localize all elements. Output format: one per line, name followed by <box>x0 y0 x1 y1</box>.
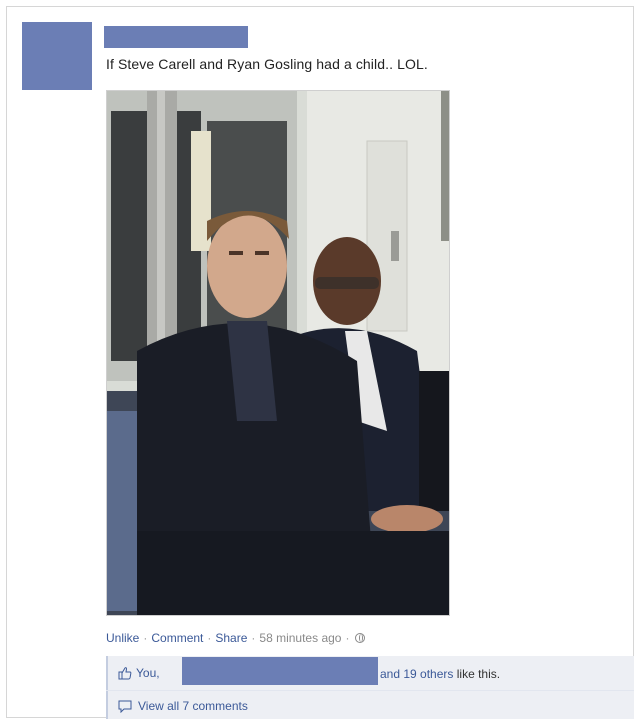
others-like-link[interactable]: and 19 others <box>380 667 453 681</box>
author-name-redacted[interactable] <box>104 26 248 48</box>
unlike-link[interactable]: Unlike <box>106 631 139 645</box>
comments-bar: View all 7 comments <box>106 691 634 719</box>
post-actions: Unlike · Comment · Share · 58 minutes ag… <box>106 631 366 645</box>
author-avatar[interactable] <box>22 22 92 90</box>
timestamp-link[interactable]: 58 minutes ago <box>259 631 341 645</box>
status-text: If Steve Carell and Ryan Gosling had a c… <box>106 56 428 72</box>
you-like-link[interactable]: You, <box>136 666 160 680</box>
view-comments-row[interactable]: View all 7 comments <box>118 699 248 713</box>
separator: · <box>143 631 148 645</box>
view-all-comments-link[interactable]: View all 7 comments <box>138 699 248 713</box>
comment-bubble-icon <box>118 700 132 713</box>
likes-row: You, <box>118 666 160 680</box>
likes-summary: and 19 others like this. <box>380 667 500 681</box>
share-link[interactable]: Share <box>215 631 247 645</box>
likers-redacted[interactable] <box>182 657 378 685</box>
thumbs-up-icon <box>118 667 132 680</box>
comment-link[interactable]: Comment <box>151 631 203 645</box>
like-this-text: like this. <box>456 667 501 681</box>
globe-icon <box>355 633 366 643</box>
post-photo[interactable] <box>106 90 450 616</box>
separator: · <box>345 631 350 645</box>
separator: · <box>251 631 256 645</box>
photo-illustration <box>107 91 449 615</box>
separator: · <box>207 631 212 645</box>
